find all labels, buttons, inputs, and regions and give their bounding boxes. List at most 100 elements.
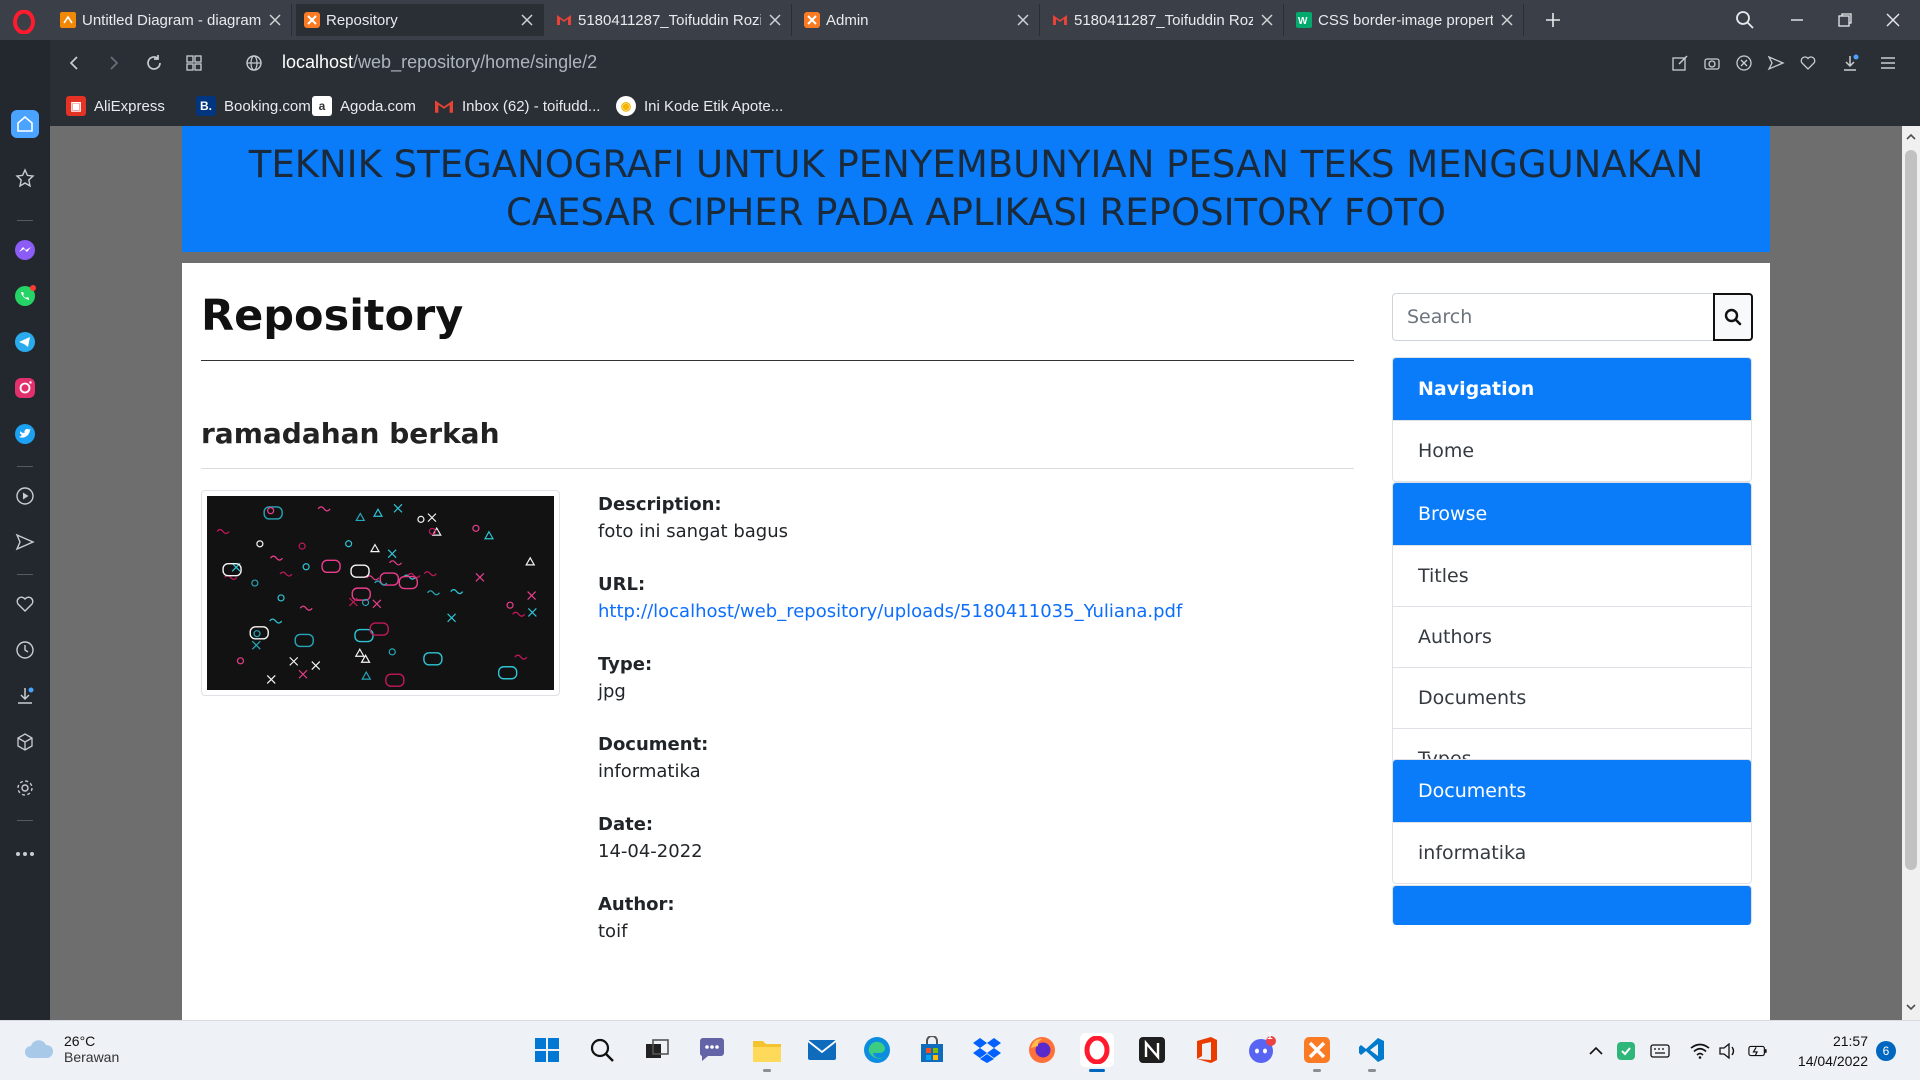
heart-icon[interactable] (11, 590, 39, 618)
mail-button[interactable] (805, 1033, 839, 1067)
firefox-button[interactable] (1025, 1033, 1059, 1067)
running-indicator (1368, 1069, 1376, 1072)
twitter-icon[interactable] (11, 420, 39, 448)
taskbar-search-button[interactable] (585, 1033, 619, 1067)
file-explorer-button[interactable] (750, 1033, 784, 1072)
notification-center-badge[interactable]: 6 (1876, 1041, 1896, 1061)
tabs-overview-button[interactable] (182, 51, 206, 75)
close-window-button[interactable] (1878, 6, 1908, 34)
bookmark-kode-etik[interactable]: ◉ Ini Kode Etik Apote... (616, 94, 783, 118)
edge-button[interactable] (860, 1033, 894, 1067)
forward-button[interactable] (102, 51, 126, 75)
search-button[interactable] (1713, 293, 1753, 341)
close-icon[interactable] (1499, 12, 1515, 28)
more-options-icon[interactable] (11, 840, 39, 868)
minimize-button[interactable] (1782, 6, 1812, 34)
nav-item-home[interactable]: Home (1393, 420, 1751, 481)
reload-button[interactable] (142, 51, 166, 75)
opera-icon (1084, 1036, 1110, 1064)
share-button[interactable] (1764, 51, 1788, 75)
tab-gmail-2[interactable]: 5180411287_Toifuddin Rozi (1044, 4, 1284, 36)
store-button[interactable] (915, 1033, 949, 1067)
show-hidden-icons-button[interactable] (1586, 1041, 1606, 1061)
weather-widget[interactable]: 26°C Berawan (24, 1033, 119, 1065)
close-icon[interactable] (1015, 12, 1031, 28)
start-button[interactable] (530, 1033, 564, 1067)
messenger-icon[interactable] (11, 236, 39, 264)
home-icon[interactable] (11, 110, 39, 138)
restore-icon (1838, 13, 1852, 27)
whatsapp-icon[interactable] (11, 282, 39, 310)
bookmark-booking[interactable]: B. Booking.com (196, 94, 311, 118)
speed-dial-star-icon[interactable] (11, 164, 39, 192)
gear-icon[interactable] (11, 774, 39, 802)
browse-item-documents[interactable]: Documents (1393, 667, 1751, 728)
volume-icon[interactable] (1718, 1041, 1738, 1061)
opera-taskbar-button[interactable] (1080, 1033, 1114, 1072)
opera-logo-icon (13, 10, 35, 34)
vscode-button[interactable] (1355, 1033, 1389, 1072)
search-input[interactable] (1393, 294, 1711, 340)
keyboard-icon[interactable] (1650, 1041, 1670, 1061)
player-icon[interactable] (11, 482, 39, 510)
discord-badge-count: 1 (1267, 1031, 1273, 1042)
tab-css-border-image[interactable]: W CSS border-image property (1288, 4, 1524, 36)
scrollbar-thumb[interactable] (1905, 150, 1917, 870)
bookmark-inbox[interactable]: Inbox (62) - toifudd... (434, 94, 600, 118)
browse-item-titles[interactable]: Titles (1393, 545, 1751, 606)
battery-icon[interactable] (1748, 1041, 1768, 1061)
mail-icon (807, 1040, 837, 1060)
tab-admin[interactable]: Admin (796, 4, 1040, 36)
easy-setup-button[interactable] (1876, 51, 1900, 75)
task-view-button[interactable] (640, 1033, 674, 1067)
close-icon[interactable] (1259, 12, 1275, 28)
opera-menu-button[interactable] (8, 6, 40, 38)
tab-search-button[interactable] (1730, 6, 1760, 34)
bookmark-aliexpress[interactable]: ▣ AliExpress (66, 94, 165, 118)
favorite-button[interactable] (1796, 51, 1820, 75)
tab-title: CSS border-image property (1318, 11, 1493, 29)
new-tab-button[interactable] (1538, 6, 1568, 34)
url-field[interactable]: localhost/web_repository/home/single/2 (282, 52, 597, 73)
discord-button[interactable]: 1 (1245, 1031, 1279, 1067)
teams-chat-button[interactable] (695, 1033, 729, 1067)
clock-time: 21:57 (1832, 1033, 1868, 1049)
close-icon[interactable] (767, 12, 783, 28)
back-button[interactable] (62, 51, 86, 75)
notion-button[interactable] (1135, 1033, 1169, 1067)
close-icon[interactable] (519, 12, 535, 28)
xampp-button[interactable] (1300, 1033, 1334, 1072)
flow-icon[interactable] (11, 528, 39, 556)
office-button[interactable] (1190, 1033, 1224, 1067)
tray-app-icon[interactable] (1616, 1041, 1636, 1061)
camera-button[interactable] (1700, 51, 1724, 75)
bookmark-agoda[interactable]: a Agoda.com (312, 94, 416, 118)
snapshot-edit-button[interactable] (1668, 51, 1692, 75)
telegram-icon[interactable] (11, 328, 39, 356)
downloads-button[interactable] (1838, 51, 1862, 75)
file-url-link[interactable]: http://localhost/web_repository/uploads/… (598, 598, 1338, 626)
tab-repository[interactable]: Repository (296, 4, 544, 36)
settings-sliders-icon (1881, 57, 1895, 69)
extensions-cube-icon[interactable] (11, 728, 39, 756)
system-clock[interactable]: 21:57 14/04/2022 (1788, 1031, 1868, 1071)
weather-condition: Berawan (64, 1049, 120, 1065)
svg-text:W: W (1298, 16, 1308, 27)
scroll-down-icon[interactable] (1906, 1002, 1916, 1012)
document-item-informatika[interactable]: informatika (1393, 822, 1751, 883)
dropbox-button[interactable] (970, 1033, 1004, 1067)
tab-untitled-diagram[interactable]: Untitled Diagram - diagrams.net (52, 4, 292, 36)
instagram-icon[interactable] (11, 374, 39, 402)
download-icon[interactable] (11, 682, 39, 710)
scroll-up-icon[interactable] (1906, 132, 1916, 142)
tab-gmail-1[interactable]: 5180411287_Toifuddin Rozi (548, 4, 792, 36)
close-icon[interactable] (267, 12, 283, 28)
restore-button[interactable] (1830, 6, 1860, 34)
item-thumbnail[interactable] (201, 490, 560, 696)
page-scrollbar[interactable] (1902, 126, 1920, 1020)
browse-item-authors[interactable]: Authors (1393, 606, 1751, 667)
adblock-button[interactable] (1732, 51, 1756, 75)
wifi-icon[interactable] (1690, 1041, 1710, 1061)
site-info-button[interactable] (242, 51, 266, 75)
history-icon[interactable] (11, 636, 39, 664)
